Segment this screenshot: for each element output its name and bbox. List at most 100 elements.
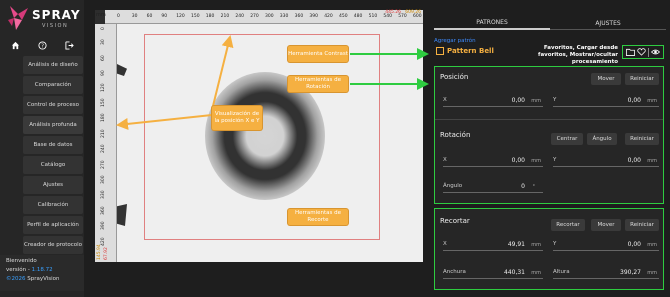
help-icon[interactable]: ? [35,38,49,52]
annotation-rotation: Herramientas de Rotación [288,76,348,92]
rotation-angle-button[interactable]: Ángulo [587,133,617,145]
crop-height-field[interactable]: Altura 390,27 mm [553,265,659,279]
rotation-y-unit: mm [647,158,657,164]
rotation-angle-value[interactable]: 0 [521,183,525,190]
sidebar-item-catalogo[interactable]: Catálogo [23,156,83,174]
eye-icon[interactable] [651,48,660,56]
crop-width-unit: mm [531,270,541,276]
artifact-left-bottom [117,204,127,226]
ruler-x-tick: 420 [324,14,333,19]
crop-y-label: Y [553,241,557,247]
crop-button[interactable]: Recortar [551,219,585,231]
panel-tabs: PATRONES AJUSTES [434,16,666,30]
rotation-center-button[interactable]: Centrar [551,133,583,145]
pattern-checkbox[interactable] [436,47,444,55]
ruler-x-tick: 540 [383,14,392,19]
home-icon[interactable] [8,38,22,52]
position-y-value[interactable]: 0,00 [628,97,641,104]
readout-left-2: 67.92 [104,247,109,260]
ruler-x-tick: 270 [250,14,259,19]
crop-x-field[interactable]: X 49,91 mm [443,237,543,251]
spray-image-canvas[interactable] [117,24,423,262]
annotation-crop: Herramientas de Recorte [288,209,348,225]
sidebar: SPRAY VISION ? Análisis de diseño Compar… [0,0,84,297]
rotation-y-field[interactable]: Y 0,00 mm [553,153,659,167]
ruler-x-tick: 30 [131,14,138,19]
position-x-unit: mm [531,98,541,104]
ruler-y-tick: 60 [101,55,106,61]
favorites-note: Favoritos, Cargar desde favoritos, Mostr… [538,45,618,65]
position-y-unit: mm [647,98,657,104]
version-label: versión - [6,267,32,273]
ruler-x-tick: 360 [294,14,304,19]
image-viewer[interactable]: mm 445.26 609.26 0 30 60 90 120 150 180 210 240 2… [95,10,423,262]
rotation-y-value[interactable]: 0,00 [628,157,641,164]
ruler-x-tick: 450 [339,14,348,19]
sidebar-item-control-proceso[interactable]: Control de proceso [23,96,83,114]
position-reset-button[interactable]: Reiniciar [625,73,659,85]
rotation-angle-field[interactable]: Ángulo 0 ° [443,179,543,193]
tab-patrones[interactable]: PATRONES [434,16,550,30]
crop-height-unit: mm [647,270,657,276]
crop-move-button[interactable]: Mover [591,219,621,231]
rotation-x-value[interactable]: 0,00 [512,157,525,164]
position-y-label: Y [553,97,557,103]
position-title: Posición [440,73,469,81]
position-x-value[interactable]: 0,00 [512,97,525,104]
favorites-toolbar [622,45,664,59]
artifact-left-top [117,64,127,76]
rotation-x-field[interactable]: X 0,00 mm [443,153,543,167]
sidebar-item-comparacion[interactable]: Comparación [23,76,83,94]
annotation-contrast: Herramienta Contrast [288,46,348,62]
folder-icon[interactable] [626,48,635,56]
crop-width-value[interactable]: 440,31 [504,269,525,276]
crop-reset-button[interactable]: Reiniciar [625,219,659,231]
ruler-x-tick: 60 [146,14,153,19]
sidebar-item-base-datos[interactable]: Base de datos [23,136,83,154]
crop-y-value[interactable]: 0,00 [628,241,641,248]
position-rotation-section: Posición Mover Reiniciar X 0,00 mm Y 0,0… [434,66,664,204]
sidebar-item-analisis-diseno[interactable]: Análisis de diseño [23,56,83,74]
sidebar-nav: Análisis de diseño Comparación Control d… [23,56,83,256]
logout-icon[interactable] [62,38,76,52]
crop-y-field[interactable]: Y 0,00 mm [553,237,659,251]
rotation-reset-button[interactable]: Reiniciar [625,133,659,145]
crop-section: Recortar Recortar Mover Reiniciar X 49,9… [434,208,664,290]
crop-width-field[interactable]: Anchura 440,31 mm [443,265,543,279]
sidebar-item-calibracion[interactable]: Calibración [23,196,83,214]
ruler-y-tick: 150 [101,98,106,107]
position-move-button[interactable]: Mover [591,73,621,85]
ruler-y-tick: 90 [101,70,106,77]
sidebar-item-ajustes[interactable]: Ajustes [23,176,83,194]
position-y-field[interactable]: Y 0,00 mm [553,93,659,107]
ruler-x-tick: 180 [205,14,215,19]
crop-height-value[interactable]: 390,27 [620,269,641,276]
ruler-y: 0 30 60 90 120 150 180 210 240 270 300 330 360 390 420… [95,24,117,262]
logo-mark-icon [8,6,28,30]
add-pattern-link[interactable]: Agregar patrón [434,38,476,44]
copyright-name: SprayVision [27,276,60,282]
tab-ajustes[interactable]: AJUSTES [550,16,666,30]
rotation-title: Rotación [440,131,471,139]
app-root: SPRAY VISION ? Análisis de diseño Compar… [0,0,670,297]
ruler-y-tick: 390 [101,221,106,231]
rotation-x-unit: mm [531,158,541,164]
sidebar-item-perfil-aplicacion[interactable]: Perfil de aplicación [23,216,83,234]
ruler-x-tick: 210 [220,14,230,19]
ruler-y-tick: 330 [101,190,106,200]
heart-icon[interactable] [637,48,646,56]
sidebar-item-creador-protocolo[interactable]: Creador de protocolo [23,236,83,254]
position-x-field[interactable]: X 0,00 mm [443,93,543,107]
logo: SPRAY VISION [6,4,82,34]
version-number: 1.18.72 [31,267,53,273]
crop-x-label: X [443,241,447,247]
rotation-angle-unit: ° [532,184,536,190]
readout-left-1: 145.94 [97,244,102,260]
version-line: versión - 1.18.72 [6,266,84,275]
crop-x-value[interactable]: 49,91 [508,241,525,248]
ruler-y-tick: 30 [101,39,106,46]
welcome-box: Bienvenido versión - 1.18.72 ©2026 Spray… [0,255,84,291]
svg-text:?: ? [41,43,44,49]
pattern-selector[interactable]: Pattern Bell [436,47,494,55]
sidebar-item-analisis-profunda[interactable]: Análisis profunda [23,116,83,134]
